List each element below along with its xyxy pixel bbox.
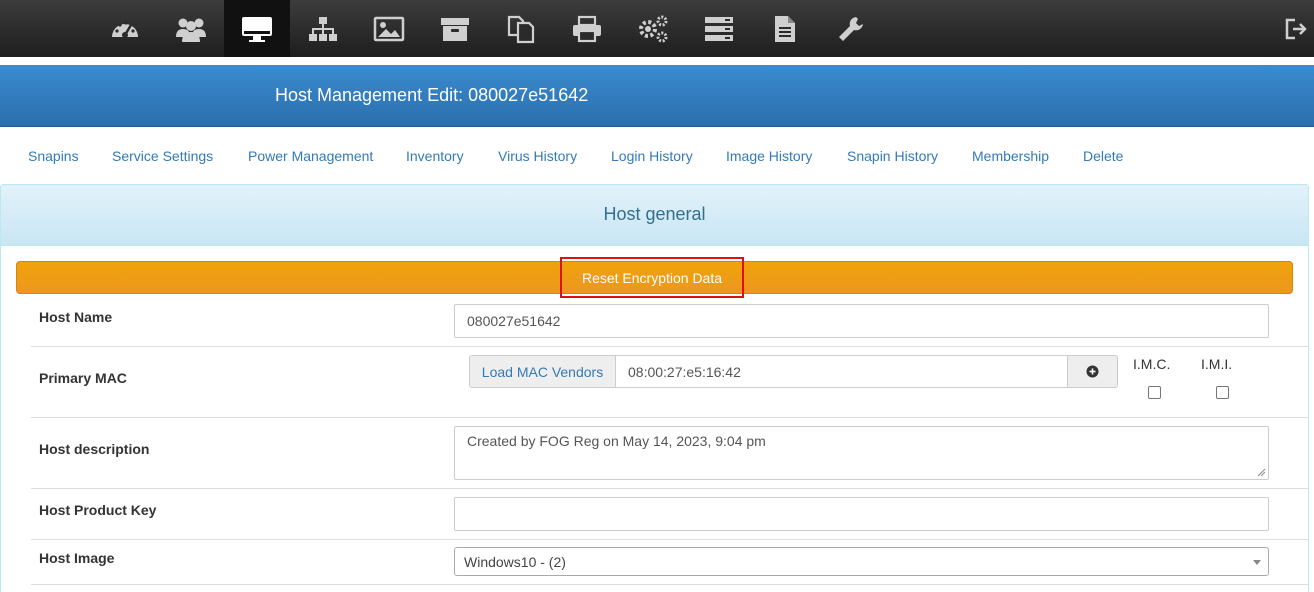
users-icon[interactable] bbox=[158, 0, 224, 57]
page-header: Host Management Edit: 080027e51642 bbox=[0, 65, 1314, 127]
panel-title: Host general bbox=[1, 185, 1308, 246]
plus-circle-icon bbox=[1086, 365, 1099, 378]
gears-icon[interactable] bbox=[620, 0, 686, 57]
reset-encryption-button[interactable]: Reset Encryption Data bbox=[560, 257, 744, 298]
primary-mac-input[interactable]: 08:00:27:e5:16:42 bbox=[615, 355, 1068, 388]
dashboard-icon[interactable] bbox=[92, 0, 158, 57]
server-icon[interactable] bbox=[686, 0, 752, 57]
imi-label: I.M.I. bbox=[1201, 356, 1233, 372]
tab-delete[interactable]: Delete bbox=[1083, 148, 1123, 164]
row-divider bbox=[31, 584, 1308, 585]
add-mac-button[interactable] bbox=[1067, 355, 1118, 388]
network-icon[interactable] bbox=[290, 0, 356, 57]
row-divider bbox=[31, 346, 1308, 347]
host-description-textarea[interactable]: Created by FOG Reg on May 14, 2023, 9:04… bbox=[454, 426, 1269, 480]
host-product-key-input[interactable] bbox=[454, 497, 1269, 531]
file-icon[interactable] bbox=[752, 0, 818, 57]
load-mac-vendors-button[interactable]: Load MAC Vendors bbox=[469, 355, 616, 388]
resize-grip-icon[interactable] bbox=[1257, 468, 1266, 477]
host-name-value: 080027e51642 bbox=[467, 313, 561, 329]
monitor-icon[interactable] bbox=[224, 0, 290, 57]
logout-icon[interactable] bbox=[1278, 0, 1314, 57]
tab-image-history[interactable]: Image History bbox=[726, 148, 812, 164]
tab-inventory[interactable]: Inventory bbox=[406, 148, 464, 164]
tab-membership[interactable]: Membership bbox=[972, 148, 1049, 164]
page-title: Host Management Edit: 080027e51642 bbox=[275, 85, 589, 105]
tab-snapin-history[interactable]: Snapin History bbox=[847, 148, 938, 164]
imi-checkbox[interactable] bbox=[1216, 386, 1229, 399]
tab-power-management[interactable]: Power Management bbox=[248, 148, 373, 164]
host-name-label: Host Name bbox=[39, 309, 113, 325]
row-divider bbox=[31, 488, 1308, 489]
archive-icon[interactable] bbox=[422, 0, 488, 57]
host-name-input[interactable]: 080027e51642 bbox=[454, 304, 1269, 338]
host-image-label: Host Image bbox=[39, 550, 115, 566]
copy-icon[interactable] bbox=[488, 0, 554, 57]
tab-virus-history[interactable]: Virus History bbox=[498, 148, 577, 164]
primary-mac-label: Primary MAC bbox=[39, 370, 127, 386]
wrench-icon[interactable] bbox=[818, 0, 884, 57]
imc-label: I.M.C. bbox=[1133, 356, 1171, 372]
row-divider bbox=[31, 417, 1308, 418]
tab-snapins[interactable]: Snapins bbox=[28, 148, 79, 164]
image-icon[interactable] bbox=[356, 0, 422, 57]
host-description-label: Host description bbox=[39, 441, 150, 457]
chevron-down-icon bbox=[1253, 560, 1261, 565]
top-navigation bbox=[0, 0, 1314, 57]
tab-login-history[interactable]: Login History bbox=[611, 148, 693, 164]
tab-service-settings[interactable]: Service Settings bbox=[112, 148, 213, 164]
row-divider bbox=[31, 539, 1308, 540]
primary-mac-value: 08:00:27:e5:16:42 bbox=[628, 363, 741, 380]
host-product-key-label: Host Product Key bbox=[39, 502, 157, 518]
printer-icon[interactable] bbox=[554, 0, 620, 57]
host-description-value: Created by FOG Reg on May 14, 2023, 9:04… bbox=[467, 433, 766, 449]
host-image-select[interactable]: Windows10 - (2) bbox=[454, 547, 1269, 576]
host-image-selected: Windows10 - (2) bbox=[464, 553, 566, 570]
imc-checkbox[interactable] bbox=[1148, 386, 1161, 399]
